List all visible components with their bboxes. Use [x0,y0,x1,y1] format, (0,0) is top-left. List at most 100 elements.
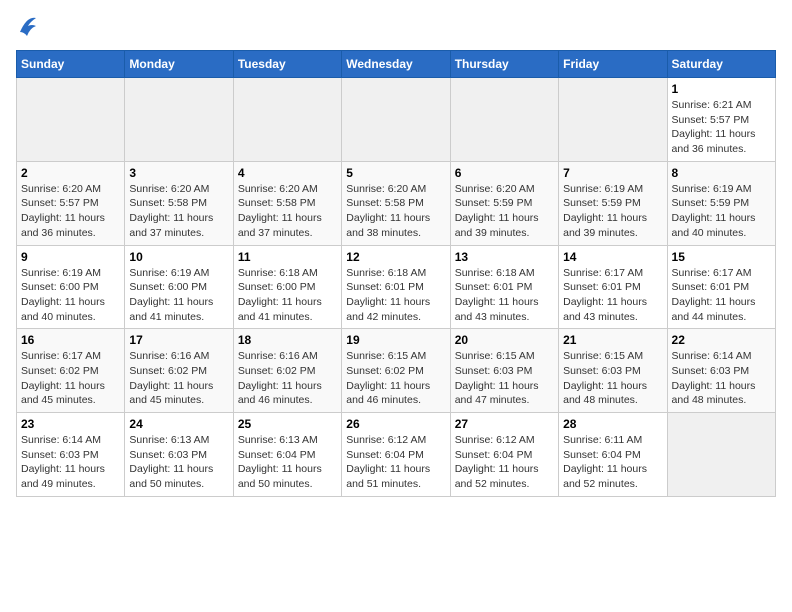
calendar-header-row: SundayMondayTuesdayWednesdayThursdayFrid… [17,51,776,78]
day-number: 14 [563,250,662,264]
day-info: Sunrise: 6:14 AM Sunset: 6:03 PM Dayligh… [672,349,771,408]
day-info: Sunrise: 6:19 AM Sunset: 6:00 PM Dayligh… [21,266,120,325]
calendar-cell: 19 Sunrise: 6:15 AM Sunset: 6:02 PM Dayli… [342,329,450,413]
day-number: 6 [455,166,554,180]
day-number: 3 [129,166,228,180]
calendar-table: SundayMondayTuesdayWednesdayThursdayFrid… [16,50,776,497]
calendar-cell: 1Sunrise: 6:21 AM Sunset: 5:57 PM Daylig… [667,78,775,162]
day-number: 8 [672,166,771,180]
calendar-header-sunday: Sunday [17,51,125,78]
day-info: Sunrise: 6:20 AM Sunset: 5:58 PM Dayligh… [238,182,337,241]
day-number: 15 [672,250,771,264]
logo-bird-icon [18,14,36,36]
day-info: Sunrise: 6:17 AM Sunset: 6:02 PM Dayligh… [21,349,120,408]
calendar-cell: 7 Sunrise: 6:19 AM Sunset: 5:59 PM Daylig… [559,161,667,245]
calendar-cell: 5 Sunrise: 6:20 AM Sunset: 5:58 PM Daylig… [342,161,450,245]
calendar-header-monday: Monday [125,51,233,78]
day-number: 17 [129,333,228,347]
day-number: 10 [129,250,228,264]
calendar-week-row: 9 Sunrise: 6:19 AM Sunset: 6:00 PM Daylig… [17,245,776,329]
day-info: Sunrise: 6:18 AM Sunset: 6:01 PM Dayligh… [346,266,445,325]
calendar-cell: 15 Sunrise: 6:17 AM Sunset: 6:01 PM Dayli… [667,245,775,329]
calendar-cell: 14 Sunrise: 6:17 AM Sunset: 6:01 PM Dayli… [559,245,667,329]
day-number: 9 [21,250,120,264]
day-info: Sunrise: 6:19 AM Sunset: 5:59 PM Dayligh… [563,182,662,241]
page-header [16,16,776,38]
calendar-cell [233,78,341,162]
day-info: Sunrise: 6:15 AM Sunset: 6:03 PM Dayligh… [455,349,554,408]
day-info: Sunrise: 6:17 AM Sunset: 6:01 PM Dayligh… [672,266,771,325]
day-info: Sunrise: 6:11 AM Sunset: 6:04 PM Dayligh… [563,433,662,492]
day-info: Sunrise: 6:20 AM Sunset: 5:58 PM Dayligh… [346,182,445,241]
calendar-cell [17,78,125,162]
day-info: Sunrise: 6:15 AM Sunset: 6:02 PM Dayligh… [346,349,445,408]
calendar-cell: 17 Sunrise: 6:16 AM Sunset: 6:02 PM Dayli… [125,329,233,413]
calendar-cell: 21Sunrise: 6:15 AM Sunset: 6:03 PM Dayli… [559,329,667,413]
calendar-cell: 8 Sunrise: 6:19 AM Sunset: 5:59 PM Daylig… [667,161,775,245]
calendar-cell: 24 Sunrise: 6:13 AM Sunset: 6:03 PM Dayli… [125,413,233,497]
day-info: Sunrise: 6:13 AM Sunset: 6:04 PM Dayligh… [238,433,337,492]
day-number: 21 [563,333,662,347]
day-number: 23 [21,417,120,431]
calendar-cell: 6 Sunrise: 6:20 AM Sunset: 5:59 PM Daylig… [450,161,558,245]
calendar-cell: 27 Sunrise: 6:12 AM Sunset: 6:04 PM Dayli… [450,413,558,497]
day-info: Sunrise: 6:12 AM Sunset: 6:04 PM Dayligh… [346,433,445,492]
calendar-cell [125,78,233,162]
day-number: 27 [455,417,554,431]
day-number: 25 [238,417,337,431]
calendar-week-row: 23 Sunrise: 6:14 AM Sunset: 6:03 PM Dayli… [17,413,776,497]
calendar-week-row: 2 Sunrise: 6:20 AM Sunset: 5:57 PM Daylig… [17,161,776,245]
calendar-cell [667,413,775,497]
logo [16,16,36,38]
day-info: Sunrise: 6:17 AM Sunset: 6:01 PM Dayligh… [563,266,662,325]
calendar-cell: 16 Sunrise: 6:17 AM Sunset: 6:02 PM Dayli… [17,329,125,413]
day-number: 7 [563,166,662,180]
day-info: Sunrise: 6:20 AM Sunset: 5:57 PM Dayligh… [21,182,120,241]
day-info: Sunrise: 6:18 AM Sunset: 6:00 PM Dayligh… [238,266,337,325]
calendar-week-row: 16 Sunrise: 6:17 AM Sunset: 6:02 PM Dayli… [17,329,776,413]
calendar-cell: 25 Sunrise: 6:13 AM Sunset: 6:04 PM Dayli… [233,413,341,497]
day-info: Sunrise: 6:12 AM Sunset: 6:04 PM Dayligh… [455,433,554,492]
day-number: 12 [346,250,445,264]
calendar-cell [342,78,450,162]
calendar-cell: 18 Sunrise: 6:16 AM Sunset: 6:02 PM Dayli… [233,329,341,413]
calendar-cell: 22 Sunrise: 6:14 AM Sunset: 6:03 PM Dayli… [667,329,775,413]
calendar-cell [450,78,558,162]
calendar-cell: 20 Sunrise: 6:15 AM Sunset: 6:03 PM Dayli… [450,329,558,413]
day-number: 26 [346,417,445,431]
day-number: 28 [563,417,662,431]
day-number: 22 [672,333,771,347]
day-info: Sunrise: 6:16 AM Sunset: 6:02 PM Dayligh… [129,349,228,408]
calendar-cell: 28 Sunrise: 6:11 AM Sunset: 6:04 PM Dayli… [559,413,667,497]
calendar-header-saturday: Saturday [667,51,775,78]
calendar-cell: 13 Sunrise: 6:18 AM Sunset: 6:01 PM Dayli… [450,245,558,329]
day-number: 18 [238,333,337,347]
day-info: Sunrise: 6:14 AM Sunset: 6:03 PM Dayligh… [21,433,120,492]
day-info: Sunrise: 6:20 AM Sunset: 5:59 PM Dayligh… [455,182,554,241]
day-number: 4 [238,166,337,180]
day-info: Sunrise: 6:19 AM Sunset: 5:59 PM Dayligh… [672,182,771,241]
calendar-week-row: 1Sunrise: 6:21 AM Sunset: 5:57 PM Daylig… [17,78,776,162]
day-info: Sunrise: 6:16 AM Sunset: 6:02 PM Dayligh… [238,349,337,408]
calendar-cell: 9 Sunrise: 6:19 AM Sunset: 6:00 PM Daylig… [17,245,125,329]
day-info: Sunrise: 6:20 AM Sunset: 5:58 PM Dayligh… [129,182,228,241]
calendar-cell: 3 Sunrise: 6:20 AM Sunset: 5:58 PM Daylig… [125,161,233,245]
day-number: 2 [21,166,120,180]
day-number: 19 [346,333,445,347]
calendar-cell [559,78,667,162]
day-number: 16 [21,333,120,347]
day-number: 24 [129,417,228,431]
day-number: 5 [346,166,445,180]
day-info: Sunrise: 6:13 AM Sunset: 6:03 PM Dayligh… [129,433,228,492]
calendar-header-thursday: Thursday [450,51,558,78]
calendar-header-tuesday: Tuesday [233,51,341,78]
calendar-header-friday: Friday [559,51,667,78]
day-info: Sunrise: 6:21 AM Sunset: 5:57 PM Dayligh… [672,98,771,157]
day-info: Sunrise: 6:19 AM Sunset: 6:00 PM Dayligh… [129,266,228,325]
day-number: 20 [455,333,554,347]
calendar-cell: 11Sunrise: 6:18 AM Sunset: 6:00 PM Dayli… [233,245,341,329]
calendar-cell: 12 Sunrise: 6:18 AM Sunset: 6:01 PM Dayli… [342,245,450,329]
day-number: 13 [455,250,554,264]
calendar-cell: 2 Sunrise: 6:20 AM Sunset: 5:57 PM Daylig… [17,161,125,245]
day-info: Sunrise: 6:18 AM Sunset: 6:01 PM Dayligh… [455,266,554,325]
